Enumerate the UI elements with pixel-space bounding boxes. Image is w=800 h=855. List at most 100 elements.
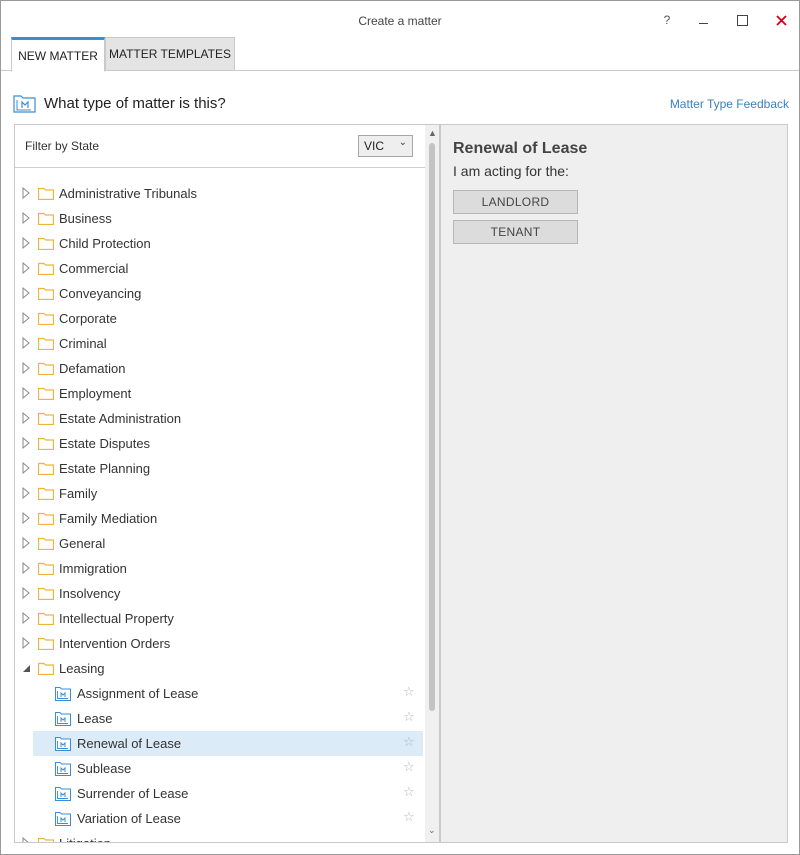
expand-arrow-icon[interactable] [21,362,31,374]
tree-category[interactable]: Leasing [15,656,425,681]
tab-new-matter[interactable]: NEW MATTER [11,37,105,72]
minimize-button[interactable] [690,9,716,31]
expand-arrow-icon[interactable] [21,262,31,274]
favourite-star-icon[interactable]: ☆ [403,684,415,700]
expand-arrow-icon[interactable] [21,462,31,474]
expand-arrow-icon[interactable] [21,437,31,449]
tree-category[interactable]: Intervention Orders [15,631,425,656]
favourite-star-icon[interactable]: ☆ [403,809,415,825]
tree-category[interactable]: Intellectual Property [15,606,425,631]
tree-category[interactable]: Commercial [15,256,425,281]
collapse-arrow-icon[interactable] [21,662,31,674]
folder-icon [38,262,54,275]
tree-matter-item[interactable]: Variation of Lease ☆ [15,806,425,831]
matter-detail-panel: Renewal of Lease I am acting for the: LA… [440,124,788,843]
expand-arrow-icon[interactable] [21,287,31,299]
tree-category-label: Estate Disputes [59,436,151,451]
matter-type-icon [13,95,36,113]
expand-arrow-icon[interactable] [21,612,31,624]
tree-category[interactable]: Defamation [15,356,425,381]
tree-category[interactable]: Conveyancing [15,281,425,306]
tree-category-label: Litigation [59,836,111,842]
favourite-star-icon[interactable]: ☆ [403,734,415,750]
tree-category[interactable]: Estate Administration [15,406,425,431]
minimize-icon [698,22,708,24]
tree-matter-label: Lease [77,711,113,726]
expand-arrow-icon[interactable] [21,337,31,349]
expand-arrow-icon[interactable] [21,512,31,524]
tree-category-label: Business [59,211,112,226]
expand-arrow-icon[interactable] [21,562,31,574]
tab-bar: NEW MATTER MATTER TEMPLATES [1,37,799,72]
matter-detail-title: Renewal of Lease [453,140,588,157]
tree-category[interactable]: Administrative Tribunals [15,181,425,206]
title-bar: Create a matter ? [1,1,799,37]
tree-category-label: Estate Administration [59,411,182,426]
tree-matter-item[interactable]: Renewal of Lease ☆ [33,731,423,756]
tree-matter-item[interactable]: Sublease ☆ [15,756,425,781]
tree-category[interactable]: Estate Disputes [15,431,425,456]
folder-icon [38,237,54,250]
folder-icon [38,362,54,375]
tenant-button[interactable]: TENANT [453,220,578,244]
tree-category[interactable]: Insolvency [15,581,425,606]
state-select[interactable]: VIC ⌄ [358,135,413,157]
tree-category[interactable]: Family Mediation [15,506,425,531]
tree-category[interactable]: Business [15,206,425,231]
expand-arrow-icon[interactable] [21,637,31,649]
folder-icon [38,337,54,350]
expand-arrow-icon[interactable] [21,412,31,424]
expand-arrow-icon[interactable] [21,387,31,399]
tree-matter-label: Sublease [77,761,132,776]
chevron-down-icon: ⌄ [398,137,407,148]
tree-matter-item[interactable]: Surrender of Lease ☆ [15,781,425,806]
tree-category[interactable]: Family [15,481,425,506]
maximize-button[interactable] [729,9,755,31]
tree-category-label: Insolvency [59,586,121,601]
folder-icon [38,187,54,200]
tree-category-label: Child Protection [59,236,151,251]
tree-scrollbar[interactable]: ▲ ⌄ [425,125,439,842]
expand-arrow-icon[interactable] [21,537,31,549]
matter-type-feedback-link[interactable]: Matter Type Feedback [641,97,789,111]
landlord-button[interactable]: LANDLORD [453,190,578,214]
folder-icon [38,662,54,675]
tree-category-label: Estate Planning [59,461,151,476]
expand-arrow-icon[interactable] [21,237,31,249]
tree-category[interactable]: Immigration [15,556,425,581]
tree-category[interactable]: Corporate [15,306,425,331]
scroll-thumb[interactable] [429,143,435,711]
tree-category-label: Family Mediation [59,511,158,526]
tree-category-label: General [59,536,106,551]
favourite-star-icon[interactable]: ☆ [403,784,415,800]
tree-matter-item[interactable]: Assignment of Lease ☆ [15,681,425,706]
expand-arrow-icon[interactable] [21,312,31,324]
help-button[interactable]: ? [654,9,680,31]
matter-icon [55,712,71,726]
expand-arrow-icon[interactable] [21,212,31,224]
close-icon [775,14,787,26]
scroll-down-arrow-icon[interactable]: ⌄ [428,825,436,836]
favourite-star-icon[interactable]: ☆ [403,759,415,775]
expand-arrow-icon[interactable] [21,487,31,499]
tree-category-label: Criminal [59,336,107,351]
matter-icon [55,812,71,826]
tree-category[interactable]: Estate Planning [15,456,425,481]
expand-arrow-icon[interactable] [21,587,31,599]
tree-category[interactable]: Criminal [15,331,425,356]
tree-category[interactable]: Employment [15,381,425,406]
tree-matter-item[interactable]: Lease ☆ [15,706,425,731]
folder-icon [38,537,54,550]
folder-icon [38,387,54,400]
expand-arrow-icon[interactable] [21,837,31,843]
folder-icon [38,412,54,425]
tab-matter-templates[interactable]: MATTER TEMPLATES [105,37,235,71]
tree-category[interactable]: Child Protection [15,231,425,256]
favourite-star-icon[interactable]: ☆ [403,709,415,725]
state-select-value: VIC [364,139,385,153]
scroll-up-arrow-icon[interactable]: ▲ [428,128,437,138]
tree-category[interactable]: General [15,531,425,556]
tree-category[interactable]: Litigation [15,831,425,843]
expand-arrow-icon[interactable] [21,187,31,199]
close-button[interactable] [768,9,794,31]
